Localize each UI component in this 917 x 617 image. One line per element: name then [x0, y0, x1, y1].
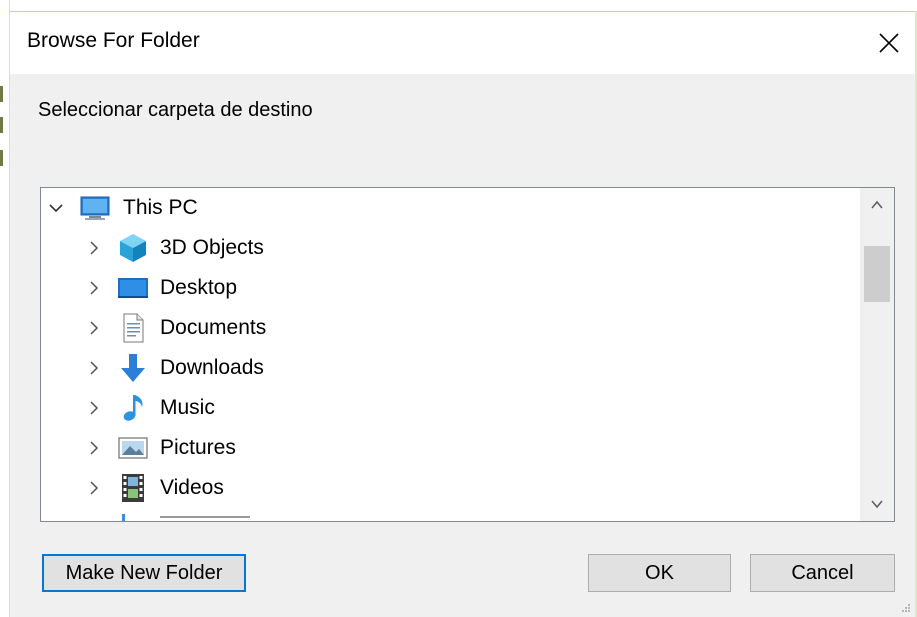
tree-item-label: Desktop: [160, 276, 238, 299]
chevron-right-icon[interactable]: [85, 239, 103, 257]
tree-item-3d-objects[interactable]: 3D Objects: [41, 228, 859, 268]
documents-icon: [123, 313, 144, 343]
chevron-right-icon[interactable]: [85, 479, 103, 497]
tree-item-label: Music: [160, 396, 215, 419]
desktop-icon: [118, 278, 148, 298]
scroll-down-button[interactable]: [860, 487, 894, 521]
videos-icon: [122, 474, 144, 502]
instruction-text: Seleccionar carpeta de destino: [38, 99, 313, 121]
chevron-right-icon[interactable]: [85, 359, 103, 377]
tree-scrollbar[interactable]: [860, 188, 894, 521]
tree-item-label: Documents: [160, 316, 267, 339]
ok-button[interactable]: OK: [588, 554, 731, 592]
make-new-folder-button[interactable]: Make New Folder: [42, 554, 246, 592]
tree-item-music[interactable]: Music: [41, 388, 859, 428]
close-button[interactable]: [863, 12, 915, 74]
tree-item-label: Pictures: [160, 436, 236, 459]
chevron-down-icon: [871, 500, 883, 509]
pictures-icon: [118, 437, 148, 459]
cancel-button[interactable]: Cancel: [750, 554, 895, 592]
tree-item-label: Videos: [160, 476, 224, 499]
browse-for-folder-dialog: Browse For Folder Seleccionar carpeta de…: [10, 12, 915, 617]
chevron-right-icon[interactable]: [85, 279, 103, 297]
folder-tree[interactable]: This PC 3D Objects Desktop Documents Dow…: [40, 187, 895, 522]
background-window-left: [0, 0, 10, 617]
dialog-title: Browse For Folder: [27, 29, 200, 52]
tree-item-label: 3D Objects: [160, 236, 264, 259]
tree-item-label: This PC: [123, 196, 198, 219]
drive-icon: [122, 514, 125, 521]
tree-item-documents[interactable]: Documents: [41, 308, 859, 348]
tree-item-label: Downloads: [160, 356, 264, 379]
tree-item-desktop[interactable]: Desktop: [41, 268, 859, 308]
music-icon: [123, 395, 143, 421]
chevron-right-icon[interactable]: [85, 399, 103, 417]
resize-grip-icon[interactable]: [899, 601, 911, 613]
chevron-up-icon: [871, 200, 883, 209]
chevron-right-icon[interactable]: [85, 319, 103, 337]
tree-item-this-pc[interactable]: This PC: [41, 188, 859, 228]
background-window-top: [0, 0, 917, 12]
scroll-thumb[interactable]: [864, 246, 890, 302]
scroll-up-button[interactable]: [860, 188, 894, 222]
chevron-down-icon[interactable]: [47, 199, 65, 217]
3d-objects-icon: [120, 234, 146, 262]
title-bar[interactable]: Browse For Folder: [10, 12, 915, 74]
tree-item-pictures[interactable]: Pictures: [41, 428, 859, 468]
computer-icon: [80, 196, 110, 220]
chevron-right-icon[interactable]: [85, 439, 103, 457]
tree-item-downloads[interactable]: Downloads: [41, 348, 859, 388]
close-icon: [879, 33, 899, 53]
tree-item-partial: [116, 514, 316, 521]
tree-item-videos[interactable]: Videos: [41, 468, 859, 508]
downloads-icon: [121, 354, 145, 382]
